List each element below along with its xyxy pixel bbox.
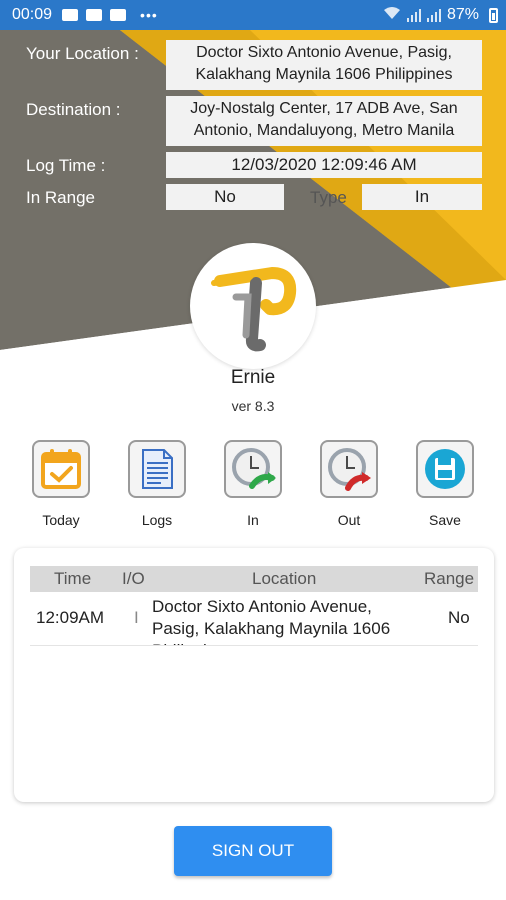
save-icon [425, 449, 465, 489]
youtube-icon [110, 9, 127, 21]
location-value: Doctor Sixto Antonio Avenue, Pasig, Kala… [166, 40, 482, 90]
row-time: 12:09AM [36, 608, 105, 627]
clock-out-label: Out [337, 512, 361, 528]
column-io: I/O [122, 569, 145, 588]
logs-table-header: Time I/O Location Range [30, 566, 478, 592]
save-button[interactable]: Save [410, 440, 480, 528]
clock-in-button[interactable]: In [218, 440, 288, 528]
row-io: I [134, 608, 139, 627]
row-range: No [448, 608, 470, 627]
status-time: 00:09 [12, 6, 53, 23]
clock-in-label: In [247, 512, 259, 528]
status-right: 87% [383, 6, 498, 25]
column-range: Range [424, 569, 475, 588]
more-icon: ••• [140, 7, 158, 23]
battery-percent: 87% [446, 6, 479, 23]
calendar-check-icon [41, 449, 81, 489]
logs-card: Time I/O Location Range 12:09AM I Doctor… [14, 548, 494, 802]
logs-button[interactable]: Logs [122, 440, 192, 528]
status-bar: 00:09 ••• 87% [0, 0, 506, 30]
wifi-icon [383, 6, 401, 25]
gallery-icon [62, 9, 79, 21]
battery-icon [489, 7, 498, 23]
today-tile[interactable] [32, 440, 90, 498]
save-label: Save [429, 512, 461, 528]
signal-icon [406, 8, 421, 22]
clock-in-tile[interactable] [224, 440, 282, 498]
signal-icon [426, 8, 441, 22]
logs-tile[interactable] [128, 440, 186, 498]
inrange-label: In Range [26, 188, 95, 207]
column-location: Location [252, 569, 317, 588]
destination-value: Joy-Nostalg Center, 17 ADB Ave, San Anto… [166, 96, 482, 146]
clock-out-tile[interactable] [320, 440, 378, 498]
document-icon [142, 449, 173, 489]
save-tile[interactable] [416, 440, 474, 498]
logs-label: Logs [141, 512, 173, 528]
column-time: Time [54, 569, 92, 588]
logtime-label: Log Time : [26, 156, 106, 175]
location-label: Your Location : [26, 44, 139, 63]
sign-out-button[interactable]: SIGN OUT [174, 826, 332, 876]
app-logo [190, 243, 316, 369]
inrange-value: No [166, 184, 284, 210]
youtube-icon [86, 9, 103, 21]
destination-label: Destination : [26, 100, 121, 119]
logtime-value: 12/03/2020 12:09:46 AM [166, 152, 482, 178]
today-button[interactable]: Today [26, 440, 96, 528]
today-label: Today [42, 512, 80, 528]
table-row[interactable]: 12:09AM I Doctor Sixto Antonio Avenue, P… [30, 596, 478, 646]
type-value: In [362, 184, 482, 210]
clock-out-button[interactable]: Out [314, 440, 384, 528]
action-bar: Today Logs In Out Save [0, 440, 506, 540]
row-location: Doctor Sixto Antonio Avenue, Pasig, Kala… [152, 597, 391, 645]
app-version: ver 8.3 [231, 398, 275, 414]
user-name: Ernie [230, 367, 276, 388]
clock-out-icon [328, 448, 371, 491]
type-label: Type [310, 188, 347, 207]
clock-in-icon [232, 448, 276, 489]
logo-icon [211, 267, 297, 352]
